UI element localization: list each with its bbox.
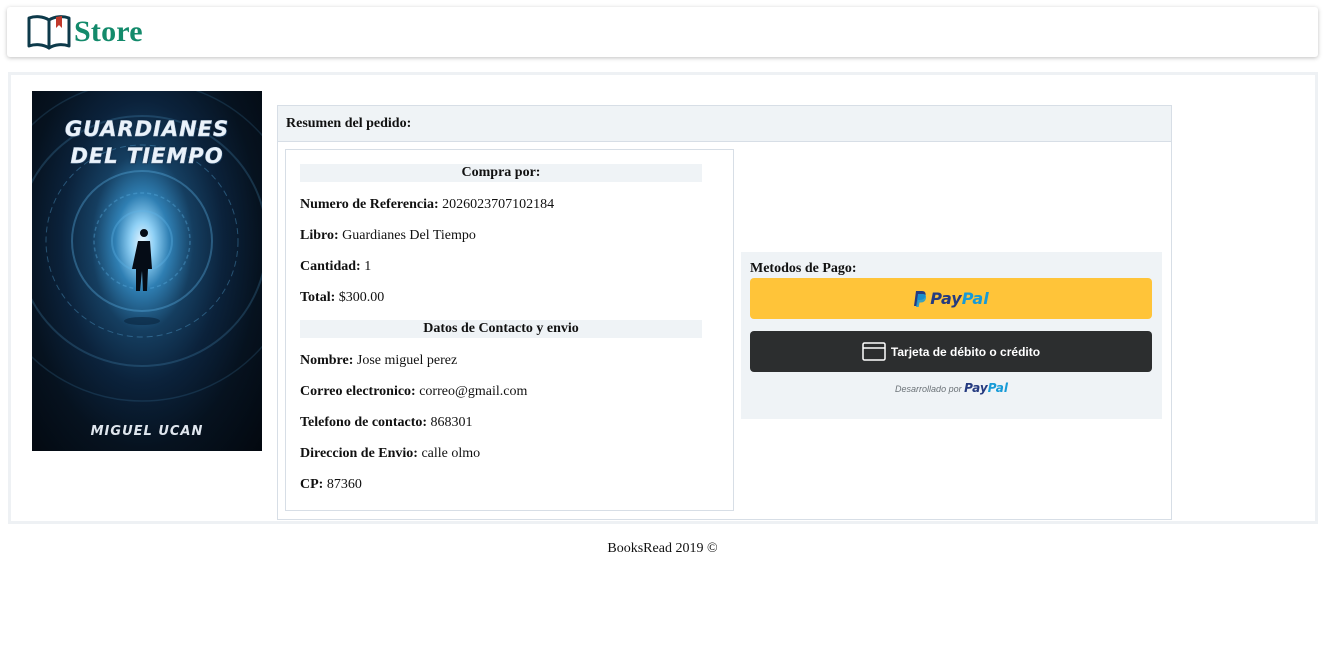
reference-label: Numero de Referencia:	[300, 197, 439, 212]
book-cover-image: Guardianes Del Tiempo Miguel Ucan	[32, 91, 262, 451]
address-label: Direccion de Envio:	[300, 446, 418, 461]
paypal-text-pay: Pay	[930, 289, 962, 308]
cover-title-line2: Del Tiempo	[70, 144, 224, 169]
cover-title-line1: Guardianes	[64, 117, 230, 142]
navbar: Store	[7, 7, 1318, 57]
quantity-value: 1	[364, 259, 372, 274]
footer: BooksRead 2019 ©	[0, 541, 1325, 557]
order-summary-card: Resumen del pedido: Compra por: Numero d…	[277, 105, 1172, 520]
purchase-section-title: Compra por:	[300, 164, 702, 182]
reference-row: Numero de Referencia: 2026023707102184	[300, 196, 719, 214]
powered-paypal-pal: Pal	[987, 381, 1008, 395]
total-label: Total:	[300, 290, 336, 305]
quantity-label: Cantidad:	[300, 259, 361, 274]
order-details-panel: Compra por: Numero de Referencia: 202602…	[285, 149, 734, 511]
phone-value: 868301	[430, 415, 473, 430]
open-book-icon	[27, 15, 71, 50]
paypal-text-pal: Pal	[961, 289, 989, 308]
cover-author: Miguel Ucan	[90, 424, 204, 439]
address-value: calle olmo	[421, 446, 481, 461]
book-row: Libro: Guardianes Del Tiempo	[300, 227, 719, 245]
credit-card-icon	[862, 342, 886, 361]
quantity-row: Cantidad: 1	[300, 258, 719, 276]
powered-paypal-pay: Pay	[964, 381, 988, 395]
card-payment-button[interactable]: Tarjeta de débito o crédito	[750, 331, 1152, 372]
powered-by-paypal-logo: PayPal	[964, 381, 1008, 395]
paypal-p-icon	[914, 290, 927, 307]
footer-text: BooksRead 2019 ©	[607, 541, 718, 556]
powered-by-text: Desarrollado por	[895, 384, 962, 394]
zip-value: 87360	[326, 477, 362, 492]
reference-value: 2026023707102184	[442, 197, 555, 212]
paypal-button[interactable]: Pay Pal	[750, 278, 1152, 319]
total-row: Total: $300.00	[300, 289, 719, 307]
email-row: Correo electronico: correo@gmail.com	[300, 383, 719, 401]
payment-methods-title: Metodos de Pago:	[750, 261, 857, 276]
phone-row: Telefono de contacto: 868301	[300, 414, 719, 432]
zip-row: CP: 87360	[300, 476, 719, 494]
phone-label: Telefono de contacto:	[300, 415, 428, 430]
name-value: Jose miguel perez	[356, 353, 458, 368]
total-value: $300.00	[338, 290, 385, 305]
book-value: Guardianes Del Tiempo	[342, 228, 476, 243]
contact-section-title: Datos de Contacto y envio	[300, 320, 702, 338]
email-value: correo@gmail.com	[419, 384, 528, 399]
book-label: Libro:	[300, 228, 339, 243]
payment-methods-panel: Metodos de Pago: Pay Pal Tarjeta de débit…	[741, 252, 1162, 419]
brand-link[interactable]: Store	[26, 14, 143, 50]
name-row: Nombre: Jose miguel perez	[300, 352, 719, 370]
brand-name: Store	[74, 15, 143, 48]
name-label: Nombre:	[300, 353, 354, 368]
address-row: Direccion de Envio: calle olmo	[300, 445, 719, 463]
order-summary-header: Resumen del pedido:	[278, 106, 1171, 142]
email-label: Correo electronico:	[300, 384, 416, 399]
main-content: Guardianes Del Tiempo Miguel Ucan Resume…	[8, 72, 1318, 524]
card-payment-label: Tarjeta de débito o crédito	[890, 344, 1041, 359]
paypal-logo: Pay Pal	[913, 289, 989, 308]
powered-by-paypal: Desarrollado por PayPal	[750, 381, 1153, 395]
zip-label: CP:	[300, 477, 324, 492]
